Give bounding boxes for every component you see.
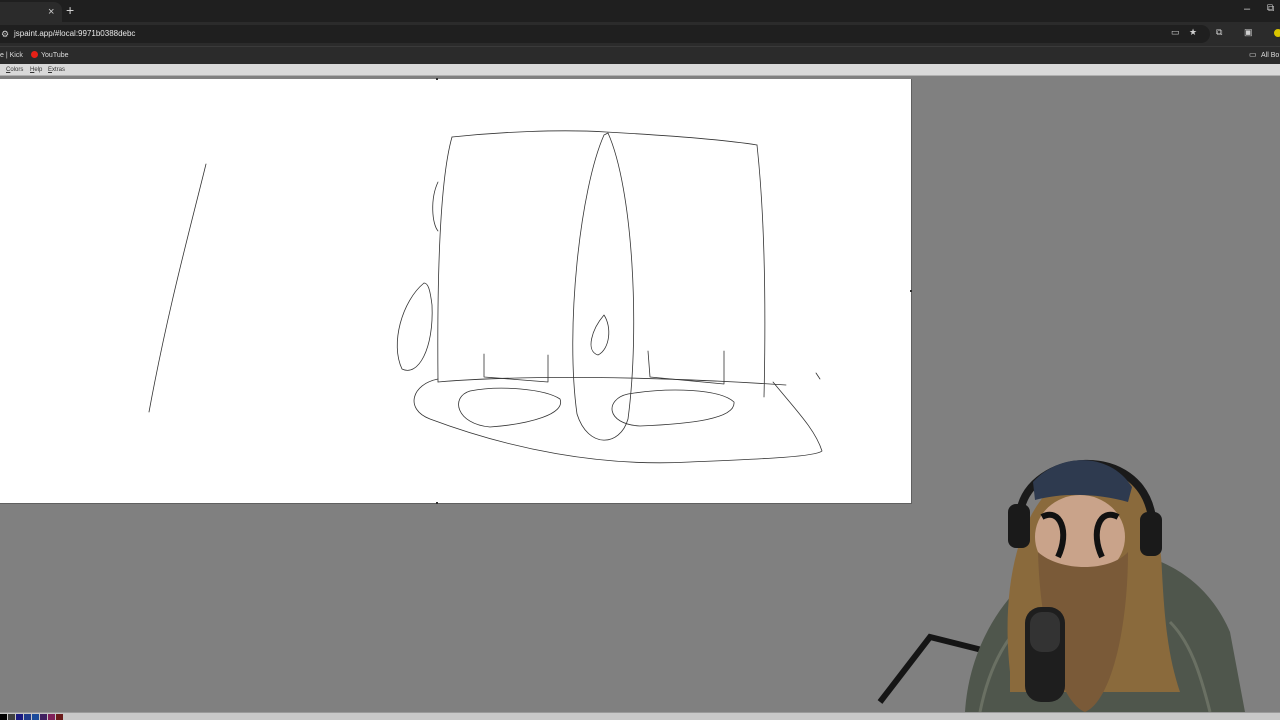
bookmark-star-icon[interactable]: ★ — [1189, 27, 1197, 37]
palette-swatch-5[interactable] — [40, 714, 48, 720]
omnibox[interactable]: ⚙ jspaint.app/#local:9971b0388debc — [0, 25, 1210, 43]
stroke-box-left — [437, 136, 453, 383]
stroke-center-oval — [572, 132, 635, 441]
stroke-inner-drop — [590, 314, 610, 356]
address-bar-row: ⚙ jspaint.app/#local:9971b0388debc ▭ ★ ⧉… — [0, 22, 1280, 46]
palette-swatch-1[interactable] — [8, 714, 16, 720]
menu-extras[interactable]: Extras — [48, 66, 65, 74]
stroke-box-left-bump — [432, 181, 439, 232]
canvas-resize-handle-bottom[interactable] — [436, 502, 438, 504]
tab-close-icon[interactable]: × — [48, 5, 54, 19]
youtube-icon — [31, 51, 38, 58]
all-bookmarks-button[interactable]: All Bo — [1261, 51, 1279, 60]
stroke-box-bottom — [437, 377, 787, 386]
stroke-ground-ellipse — [413, 378, 823, 464]
active-tab[interactable]: × — [0, 2, 62, 22]
stroke-box-top — [451, 130, 758, 146]
drawing-canvas[interactable] — [0, 78, 912, 504]
bookmark-youtube[interactable]: YouTube — [41, 51, 69, 60]
menu-help[interactable]: Help — [30, 66, 42, 74]
url-text[interactable]: jspaint.app/#local:9971b0388debc — [14, 28, 135, 40]
palette-swatch-2[interactable] — [16, 714, 24, 720]
paint-status-bar — [0, 712, 1280, 720]
stroke-bottom-left-oval — [458, 387, 561, 428]
profile-avatar[interactable] — [1272, 27, 1280, 39]
canvas-resize-handle-top[interactable] — [436, 78, 438, 80]
palette-swatch-3[interactable] — [24, 714, 32, 720]
media-router-icon[interactable]: ▣ — [1244, 27, 1253, 37]
browser-tab-strip: × + – ⧉ — [0, 0, 1280, 22]
canvas-resize-handle-right[interactable] — [910, 290, 912, 292]
palette-swatch-6[interactable] — [48, 714, 56, 720]
palette-swatch-4[interactable] — [32, 714, 40, 720]
stroke-right-mark — [815, 372, 821, 380]
new-tab-button[interactable]: + — [66, 3, 74, 17]
window-restore-button[interactable]: ⧉ — [1267, 3, 1274, 14]
site-settings-icon[interactable]: ⚙ — [1, 29, 9, 40]
palette-swatch-7[interactable] — [56, 714, 64, 720]
palette-swatch-0[interactable] — [0, 714, 8, 720]
install-app-icon[interactable]: ▭ — [1171, 27, 1180, 37]
menu-colors[interactable]: Colors — [6, 66, 23, 74]
webcam-overlay — [870, 432, 1280, 712]
stroke-box-right — [756, 144, 766, 398]
extensions-icon[interactable]: ⧉ — [1216, 27, 1222, 37]
stroke-left-line — [148, 163, 207, 413]
color-palette — [0, 714, 64, 720]
window-minimize-button[interactable]: – — [1244, 3, 1250, 15]
bookmarks-bar: e | Kick YouTube ▭ All Bo — [0, 46, 1280, 64]
paint-menu-bar: Colors Help Extras — [0, 64, 1280, 76]
folder-icon: ▭ — [1249, 50, 1257, 59]
stroke-left-oval — [396, 282, 433, 371]
streamer-webcam-image — [877, 459, 1245, 712]
canvas-drawing — [148, 130, 823, 464]
bookmark-kick[interactable]: e | Kick — [0, 51, 23, 60]
